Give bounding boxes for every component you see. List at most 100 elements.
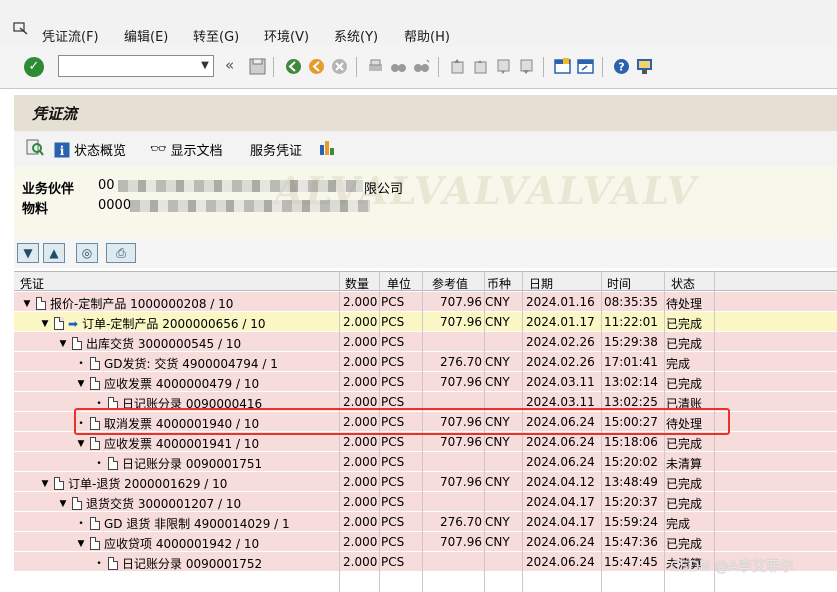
document-icon [54, 477, 64, 490]
find-icon[interactable] [390, 58, 407, 75]
shortcut-icon[interactable] [577, 58, 594, 75]
document-label[interactable]: 订单-退货 2000001629 / 10 [68, 475, 227, 492]
expand-toggle-icon[interactable]: ▼ [58, 339, 68, 349]
cell-date: 2024.03.11 [526, 375, 595, 389]
col-ref[interactable]: 参考值 [432, 275, 468, 292]
cell-date: 2024.01.16 [526, 295, 595, 309]
new-session-icon[interactable] [554, 58, 571, 75]
highlight-box [74, 408, 730, 435]
print-menu-icon[interactable]: ⎙ [106, 243, 136, 263]
cell-qty: 2.000 [343, 495, 378, 509]
cell-status: 未清算 [666, 457, 703, 471]
menu-goto[interactable]: 转至(G) [193, 26, 239, 45]
enter-icon[interactable]: ✓ [24, 57, 44, 77]
first-page-icon[interactable] [449, 58, 466, 75]
document-label[interactable]: 订单-定制产品 2000000656 / 10 [82, 315, 265, 332]
prev-page-icon[interactable] [472, 58, 489, 75]
display-document-button[interactable]: 👓︎ 显示文档 [150, 140, 223, 159]
expand-toggle-icon[interactable]: ▼ [76, 379, 86, 389]
back-icon[interactable] [285, 58, 302, 75]
status-overview-button[interactable]: i 状态概览 [54, 140, 126, 159]
col-time[interactable]: 时间 [607, 275, 631, 292]
menu-edit[interactable]: 编辑(E) [124, 26, 168, 45]
cell-ref: 707.96 [440, 315, 482, 329]
cell-date: 2024.02.26 [526, 335, 595, 349]
document-label[interactable]: GD发货: 交货 4900004794 / 1 [104, 355, 278, 372]
document-label[interactable]: 应收发票 4000000479 / 10 [104, 375, 259, 392]
col-doc[interactable]: 凭证 [20, 275, 44, 292]
cell-qty: 2.000 [343, 535, 378, 549]
chevron-down-icon[interactable]: ▼ [197, 56, 213, 76]
expand-toggle-icon[interactable]: ▼ [58, 499, 68, 509]
expand-toggle-icon[interactable]: ▼ [76, 439, 86, 449]
col-unit[interactable]: 单位 [387, 275, 411, 292]
cell-date: 2024.01.17 [526, 315, 595, 329]
tree-node: ▼ 报价-定制产品 1000000208 / 10 [22, 295, 233, 312]
command-field[interactable] [58, 55, 214, 77]
cell-qty: 2.000 [343, 375, 378, 389]
menu-system[interactable]: 系统(Y) [334, 26, 378, 45]
cell-date: 2024.06.24 [526, 555, 595, 569]
expand-toggle-icon[interactable]: ▼ [40, 319, 50, 329]
save-icon[interactable] [249, 58, 266, 75]
document-label[interactable]: 应收发票 4000001941 / 10 [104, 435, 259, 452]
cell-unit: PCS [381, 495, 405, 509]
find-next-icon[interactable] [413, 58, 430, 75]
service-document-button[interactable]: 服务凭证 [250, 140, 302, 159]
document-label[interactable]: 日记账分录 0090001752 [122, 555, 262, 572]
document-label[interactable]: 日记账分录 0090001751 [122, 455, 262, 472]
expand-toggle-icon[interactable]: ▼ [40, 479, 50, 489]
double-chevron-left-icon[interactable]: « [225, 56, 234, 74]
document-label[interactable]: 退货交货 3000001207 / 10 [86, 495, 241, 512]
cell-ref: 276.70 [440, 515, 482, 529]
expand-toggle-icon[interactable]: ▼ [76, 539, 86, 549]
exit-icon[interactable] [308, 58, 325, 75]
leaf-bullet-icon: • [96, 398, 102, 409]
col-status[interactable]: 状态 [671, 275, 695, 292]
page-title: 凭证流 [32, 105, 78, 123]
document-search-icon[interactable] [26, 139, 44, 156]
menu-environment[interactable]: 环境(V) [264, 26, 309, 45]
menu-help[interactable]: 帮助(H) [404, 26, 450, 45]
layout-icon[interactable] [636, 58, 653, 75]
document-label[interactable]: GD 退货 非限制 4900014029 / 1 [104, 515, 290, 532]
cell-status: 待处理 [666, 297, 703, 311]
cell-status: 已完成 [666, 477, 703, 491]
leaf-bullet-icon: • [96, 558, 102, 569]
csdn-watermark: CSDN @A李艾菲尔 [670, 559, 794, 575]
next-page-icon[interactable] [495, 58, 512, 75]
application-toolbar: i 状态概览 👓︎ 显示文档 服务凭证 [14, 131, 837, 166]
tree-node: ▼ 订单-退货 2000001629 / 10 [40, 475, 227, 492]
cell-ref: 707.96 [440, 295, 482, 309]
tree-node: • 日记账分录 0090001752 [94, 555, 262, 572]
find-binoculars-icon[interactable]: ◎ [76, 243, 98, 263]
system-menu-icon[interactable] [13, 22, 29, 36]
document-label[interactable]: 报价-定制产品 1000000208 / 10 [50, 295, 233, 312]
help-icon[interactable]: ? [613, 58, 630, 75]
cell-status: 已完成 [666, 437, 703, 451]
cancel-icon[interactable] [331, 58, 348, 75]
col-qty[interactable]: 数量 [345, 275, 369, 292]
document-label[interactable]: 应收贷项 4000001942 / 10 [104, 535, 259, 552]
expand-toggle-icon[interactable]: ▼ [22, 299, 32, 309]
last-page-icon[interactable] [518, 58, 535, 75]
document-icon [54, 317, 64, 330]
cell-time: 15:59:24 [604, 515, 658, 529]
collapse-all-icon[interactable]: ▲ [43, 243, 65, 263]
menu-voucher-flow[interactable]: 凭证流(F) [42, 26, 99, 45]
cell-date: 2024.04.17 [526, 495, 595, 509]
col-cur[interactable]: 币种 [487, 275, 511, 292]
cell-date: 2024.04.12 [526, 475, 595, 489]
bar-chart-icon[interactable] [319, 139, 337, 156]
print-icon[interactable] [367, 58, 384, 75]
expand-all-icon[interactable]: ▼ [17, 243, 39, 263]
current-document-arrow-icon: ➡ [68, 316, 79, 331]
cell-status: 已完成 [666, 317, 703, 331]
cell-ref: 707.96 [440, 375, 482, 389]
document-icon [72, 337, 82, 350]
cell-status: 已完成 [666, 337, 703, 351]
cell-time: 08:35:35 [604, 295, 658, 309]
cell-status: 完成 [666, 357, 691, 371]
document-label[interactable]: 出库交货 3000000545 / 10 [86, 335, 241, 352]
col-date[interactable]: 日期 [529, 275, 553, 292]
